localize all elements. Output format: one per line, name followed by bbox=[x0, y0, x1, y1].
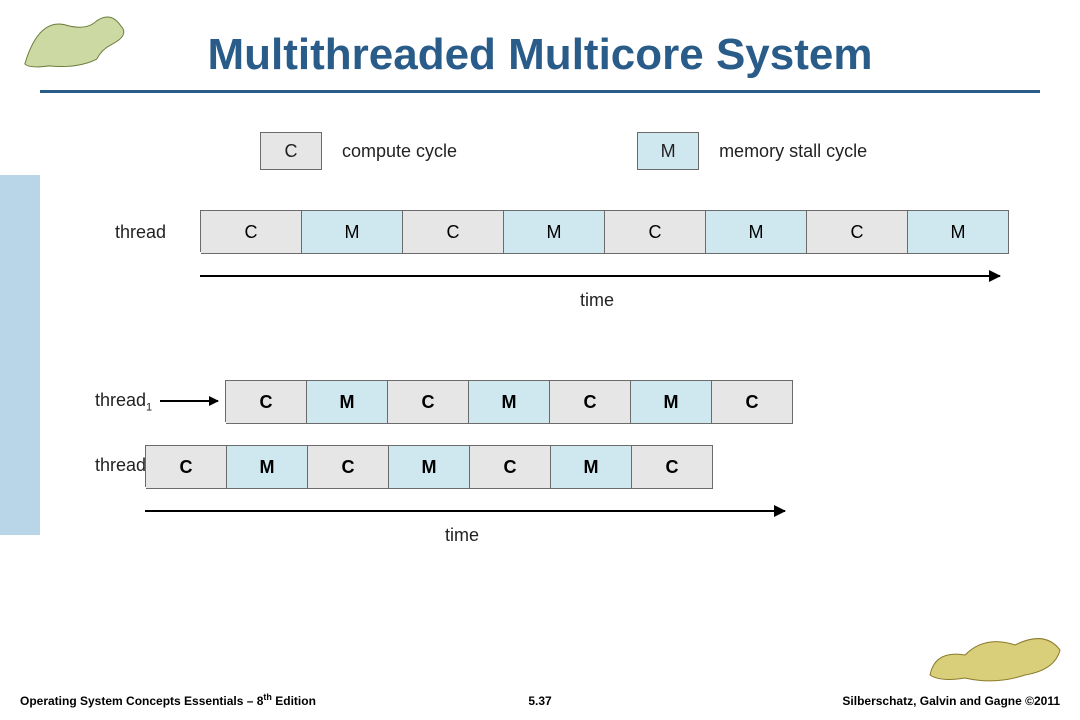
cycle-cell: C bbox=[550, 380, 631, 424]
thread1-label: thread1 bbox=[95, 390, 152, 414]
slide-footer: Operating System Concepts Essentials – 8… bbox=[20, 692, 1060, 708]
cycle-cell: M bbox=[227, 445, 308, 489]
cycle-cell: C bbox=[632, 445, 713, 489]
cycle-cell: M bbox=[551, 445, 632, 489]
footer-page-number: 5.37 bbox=[528, 694, 551, 708]
sidebar-accent bbox=[0, 175, 40, 535]
time-label-dual: time bbox=[445, 525, 479, 546]
dinosaur-icon bbox=[925, 620, 1065, 690]
time-axis-dual bbox=[145, 510, 785, 512]
legend-m-label: memory stall cycle bbox=[719, 141, 867, 162]
cycle-cell: C bbox=[226, 380, 307, 424]
cycle-cell: C bbox=[201, 210, 302, 254]
title-underline bbox=[40, 90, 1040, 93]
legend-c-box: C bbox=[260, 132, 322, 170]
footer-right: Silberschatz, Galvin and Gagne ©2011 bbox=[842, 694, 1060, 708]
cycle-cell: C bbox=[146, 445, 227, 489]
thread1-row: C M C M C M C bbox=[225, 380, 793, 422]
cycle-cell: M bbox=[389, 445, 470, 489]
cycle-cell: M bbox=[631, 380, 712, 424]
cycle-cell: M bbox=[504, 210, 605, 254]
thread-label-single: thread bbox=[115, 222, 166, 243]
cycle-cell: C bbox=[605, 210, 706, 254]
legend-c-label: compute cycle bbox=[342, 141, 457, 162]
thread0-row: C M C M C M C bbox=[145, 445, 713, 487]
time-axis-single bbox=[200, 275, 1000, 277]
cycle-cell: C bbox=[712, 380, 793, 424]
legend-m-box: M bbox=[637, 132, 699, 170]
cycle-cell: C bbox=[403, 210, 504, 254]
legend: C compute cycle M memory stall cycle bbox=[260, 132, 867, 170]
cycle-cell: M bbox=[469, 380, 550, 424]
cycle-cell: C bbox=[807, 210, 908, 254]
cycle-cell: M bbox=[706, 210, 807, 254]
footer-left: Operating System Concepts Essentials – 8… bbox=[20, 692, 316, 708]
cycle-cell: M bbox=[307, 380, 388, 424]
slide-title: Multithreaded Multicore System bbox=[0, 30, 1080, 80]
thread1-pointer-icon bbox=[160, 400, 218, 402]
single-thread-row: C M C M C M C M bbox=[200, 210, 1009, 252]
cycle-cell: C bbox=[308, 445, 389, 489]
cycle-cell: M bbox=[908, 210, 1009, 254]
cycle-cell: M bbox=[302, 210, 403, 254]
cycle-cell: C bbox=[470, 445, 551, 489]
time-label-single: time bbox=[580, 290, 614, 311]
thread0-label: thread0 bbox=[95, 455, 152, 479]
cycle-cell: C bbox=[388, 380, 469, 424]
